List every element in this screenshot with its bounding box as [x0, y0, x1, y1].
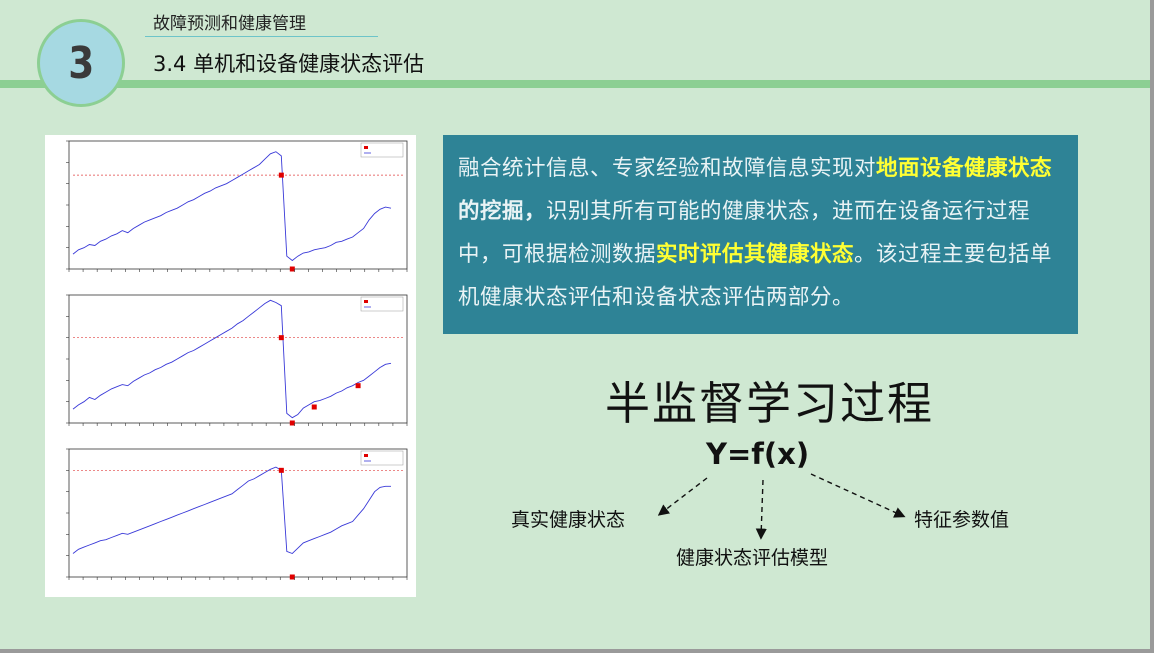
legend-box	[360, 142, 404, 158]
highlighted-phrase: 地面设备健康状态	[876, 156, 1053, 181]
plot-frame	[68, 448, 408, 578]
feature-label: 特征参数值	[914, 509, 1010, 531]
arrow-to-model	[755, 479, 767, 540]
header-divider	[0, 80, 1154, 88]
fault-marker	[278, 467, 284, 473]
legend-marker	[364, 300, 368, 303]
section-underline	[145, 36, 378, 37]
legend-box	[360, 450, 404, 466]
arrow-to-feature	[810, 473, 906, 518]
fault-marker	[355, 383, 361, 389]
health-chart-2	[45, 289, 416, 439]
health-charts-image	[45, 135, 416, 597]
true-state-label: 真实健康状态	[511, 509, 626, 531]
legend-marker	[364, 146, 368, 149]
fault-marker	[278, 172, 284, 178]
section-number: 3	[67, 37, 95, 89]
description-segment: 的挖掘，	[458, 199, 547, 224]
section-number-badge: 3	[37, 19, 125, 107]
right-border	[1150, 0, 1154, 653]
description-segment: 融合统计信息、专家经验和故障信息实现对	[458, 156, 877, 181]
process-title: 半监督学习过程	[605, 377, 935, 430]
arrow-to-true-state	[657, 477, 708, 516]
page-title: 3.4 单机和设备健康状态评估	[153, 52, 425, 76]
plot-frame	[68, 294, 408, 424]
fault-marker	[311, 404, 317, 410]
health-chart-3	[45, 443, 416, 593]
highlighted-phrase: 实时评估其健康状态	[656, 242, 855, 267]
model-label: 健康状态评估模型	[676, 547, 829, 569]
description-text: 融合统计信息、专家经验和故障信息实现对地面设备健康状态的挖掘，识别其所有可能的健…	[458, 147, 1063, 319]
description-box: 融合统计信息、专家经验和故障信息实现对地面设备健康状态的挖掘，识别其所有可能的健…	[443, 135, 1078, 334]
section-title: 故障预测和健康管理	[153, 14, 306, 34]
legend-box	[360, 296, 404, 312]
bottom-border	[0, 649, 1154, 653]
health-chart-1	[45, 135, 416, 285]
formula: Y=f(x)	[706, 437, 810, 471]
slide: 3 故障预测和健康管理 3.4 单机和设备健康状态评估 融合统计信息、专家经验和…	[0, 0, 1154, 653]
legend-marker	[364, 454, 368, 457]
fault-marker	[278, 335, 284, 341]
plot-frame	[68, 140, 408, 270]
